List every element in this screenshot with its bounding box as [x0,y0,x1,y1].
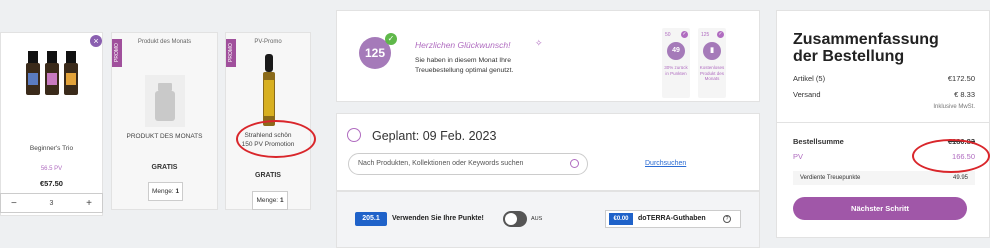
product-price: €57.50 [40,179,63,188]
order-summary-panel: Zusammenfassung der Bestellung Artikel (… [776,10,990,238]
quantity-display: Menge: 1 [148,182,183,201]
summary-row-items: Artikel (5) €172.50 [793,74,975,83]
product-name: PRODUKT DES MONATS [126,133,203,140]
loyalty-congrats-panel: 125 ✓ Herzlichen Glückwunsch! ✧ Sie habe… [336,10,760,102]
quantity-stepper[interactable]: − 3 + [0,193,103,213]
quantity-value: 1 [279,197,284,204]
decrement-button[interactable]: − [11,198,17,209]
search-placeholder: Nach Produkten, Kollektionen oder Keywor… [358,160,524,167]
tile-caption: 30% zurück in Punkten [664,65,688,76]
product-name: Beginner's Trio [29,145,74,152]
divider [777,122,989,123]
increment-button[interactable]: + [86,198,92,209]
calendar-icon [347,128,361,142]
quantity-label: Menge: [256,197,279,204]
browse-link[interactable]: Durchsuchen [645,160,686,167]
search-icon[interactable] [570,159,579,168]
row-label: Versand [793,90,821,99]
congrats-title: Herzlichen Glückwunsch! [415,40,511,50]
highlight-circle [236,120,316,158]
row-value: € 8.33 [954,90,975,99]
use-points-toggle[interactable] [503,211,527,227]
credit-label: doTERRA-Guthaben [638,215,706,222]
info-icon[interactable]: ? [723,215,731,223]
row-label: Artikel (5) [793,74,826,83]
quantity-display: Menge: 1 [252,191,288,210]
earned-label: Verdiente Treuepunkte [800,175,861,181]
bottle-placeholder-image [145,75,185,127]
party-icon: ✧ [535,38,543,48]
card-top-label: PV-Promo [254,39,282,45]
row-value: €172.50 [947,74,975,83]
earned-points-row: Verdiente Treuepunkte 49.95 [793,171,975,185]
quantity-label: Menge: [151,188,174,195]
congrats-text: Sie haben in diesem Monat Ihre Treuebest… [415,57,514,74]
points-balance: 205.1 [355,212,387,226]
credit-field[interactable]: €0.00 doTERRA-Guthaben ? [605,210,741,228]
summary-title-line1: Zusammenfassung [793,31,939,48]
reward-tile-free-product: 125 ✓ ▮ Kostenloses Produkt des Monats [698,28,726,98]
product-pv: 56.5 PV [40,166,63,172]
tile-threshold: 50 [665,32,671,38]
free-label: GRATIS [255,172,281,179]
product-card-product-of-month: PROMO Produkt des Monats PRODUKT DES MON… [111,32,218,210]
planned-order-panel: Geplant: 09 Feb. 2023 Nach Produkten, Ko… [336,113,760,191]
check-icon: ✓ [717,31,724,38]
points-bar: 205.1 Verwenden Sie Ihre Punkte! AUS €0.… [336,191,760,248]
summary-title: Zusammenfassung der Bestellung [793,31,939,65]
summary-row-shipping: Versand € 8.33 [793,90,975,99]
product-card-beginners-trio: Beginner's Trio 56.5 PV €57.50 [0,32,103,216]
check-icon: ✓ [681,31,688,38]
quantity-value: 1 [175,188,180,195]
credit-value: €0.00 [609,213,633,225]
next-step-button[interactable]: Nächster Schritt [793,197,967,220]
toggle-state-label: AUS [531,216,543,222]
reward-tile-points: 50 ✓ 49 30% zurück in Punkten [662,28,690,98]
tax-note: Inklusive MwSt. [933,104,975,110]
quantity-value[interactable]: 3 [50,200,54,207]
tile-threshold: 125 [701,32,710,38]
bottle-icon: ▮ [703,42,721,60]
remove-item-button[interactable]: × [90,35,102,47]
free-label: GRATIS [151,164,178,171]
summary-title-line2: der Bestellung [793,48,905,65]
product-image [26,51,78,95]
highlight-circle [912,139,990,173]
check-icon: ✓ [385,33,397,45]
product-search-input[interactable]: Nach Produkten, Kollektionen oder Keywor… [348,153,588,175]
roller-bottle-image [263,54,275,126]
earned-value: 49.95 [952,175,968,181]
planned-date-title: Geplant: 09 Feb. 2023 [372,129,497,143]
use-points-label: Verwenden Sie Ihre Punkte! [392,215,484,222]
pv-label: PV [793,152,804,161]
total-label: Bestellsumme [793,137,844,146]
tile-value: 49 [667,42,685,60]
toggle-knob[interactable] [505,213,517,225]
tile-caption: Kostenloses Produkt des Monats [699,65,725,81]
card-top-label: Produkt des Monats [137,39,192,45]
